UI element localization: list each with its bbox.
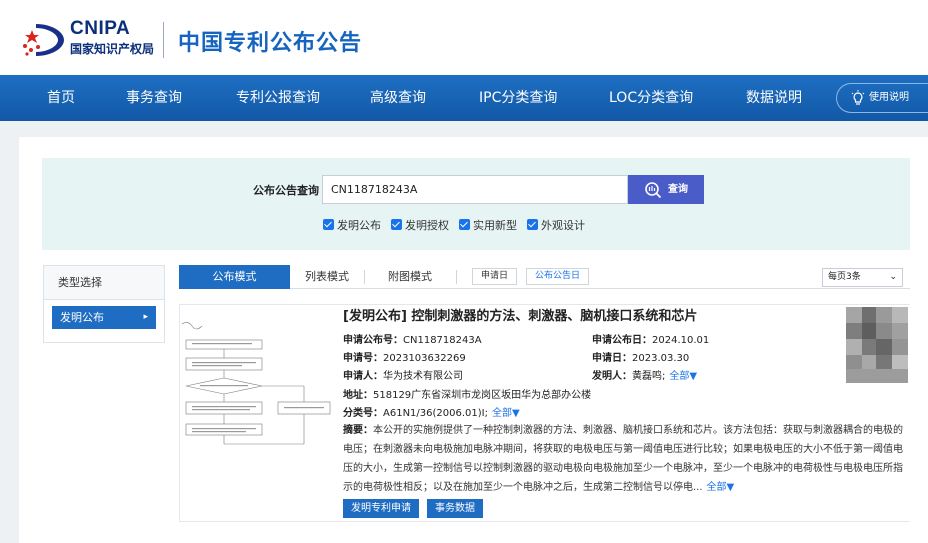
main-nav: 首页 事务查询 专利公报查询 高级查询 IPC分类查询 LOC分类查询 数据说明…: [0, 75, 928, 121]
application-date: 申请日：2023.03.30: [592, 349, 689, 364]
patent-drawing-thumbnail[interactable]: [180, 318, 337, 465]
inventor: 发明人：黄磊鸣; 全部▼: [592, 367, 697, 382]
field-label: 申请号：: [343, 353, 383, 364]
checkbox-invention-publication[interactable]: 发明公布: [323, 217, 381, 233]
checkbox-label: 发明公布: [337, 219, 381, 232]
sort-by-publication-date[interactable]: 公布公告日: [526, 268, 590, 285]
field-value: CN118718243A: [403, 335, 482, 346]
checkbox-utility-model[interactable]: 实用新型: [459, 217, 517, 233]
search-input[interactable]: [322, 175, 628, 204]
checkbox-invention-grant[interactable]: 发明授权: [391, 217, 449, 233]
chevron-right-icon: ▸: [143, 312, 148, 322]
type-select-heading: 类型选择: [43, 265, 165, 299]
field-value: A61N1/36(2006.01)I;: [383, 408, 488, 419]
field-label: 申请公布日：: [592, 335, 652, 346]
field-value: 2023103632269: [383, 353, 466, 364]
field-value: 518129广东省深圳市龙岗区坂田华为总部办公楼: [373, 390, 592, 401]
checkbox-design[interactable]: 外观设计: [527, 217, 585, 233]
abstract: 摘要：本公开的实施例提供了一种控制刺激器的方法、刺激器、脑机接口系统和芯片。该方…: [343, 421, 908, 497]
nav-data-notes[interactable]: 数据说明: [746, 75, 802, 121]
abstract-text: 本公开的实施例提供了一种控制刺激器的方法、刺激器、脑机接口系统和芯片。该方法包括…: [343, 425, 903, 493]
nav-affairs-query[interactable]: 事务查询: [126, 75, 182, 121]
field-label: 申请人：: [343, 371, 383, 382]
site-title: 中国专利公布公告: [178, 31, 363, 56]
nav-home[interactable]: 首页: [47, 75, 75, 121]
site-header: CNIPA 国家知识产权局 中国专利公布公告: [0, 0, 928, 75]
applicant: 申请人：华为技术有限公司: [343, 367, 463, 382]
type-filter-checkboxes: 发明公布 发明授权 实用新型 外观设计: [323, 217, 595, 233]
publication-date: 申请公布日：2024.10.01: [592, 331, 709, 346]
tab-list-mode[interactable]: 列表模式: [290, 265, 364, 289]
address: 地址：518129广东省深圳市龙岗区坂田华为总部办公楼: [343, 386, 591, 401]
help-button[interactable]: 使用说明: [836, 83, 928, 113]
search-button[interactable]: 查询: [628, 175, 704, 204]
field-label: 发明人：: [592, 371, 632, 382]
show-all-inventors-link[interactable]: 全部▼: [669, 371, 697, 382]
field-value: 华为技术有限公司: [383, 371, 463, 382]
lightbulb-icon: [851, 90, 865, 105]
tab-figure-mode[interactable]: 附图模式: [365, 265, 455, 289]
field-label: 地址：: [343, 390, 373, 401]
logo-text-en: CNIPA: [70, 18, 131, 39]
checkbox-checked-icon: [459, 219, 470, 230]
search-icon: [645, 182, 662, 199]
chevron-down-icon: ⌄: [889, 272, 897, 282]
nav-loc-query[interactable]: LOC分类查询: [609, 75, 693, 121]
nav-advanced-query[interactable]: 高级查询: [370, 75, 426, 121]
application-number: 申请号：2023103632269: [343, 349, 466, 364]
field-value: 2024.10.01: [652, 335, 710, 346]
search-button-label: 查询: [668, 184, 688, 195]
checkbox-checked-icon: [391, 219, 402, 230]
tab-publication-mode[interactable]: 公布模式: [179, 265, 290, 289]
field-label: 申请公布号：: [343, 335, 403, 346]
nav-ipc-query[interactable]: IPC分类查询: [479, 75, 557, 121]
nav-gazette-query[interactable]: 专利公报查询: [236, 75, 320, 121]
checkbox-checked-icon: [527, 219, 538, 230]
checkbox-label: 外观设计: [541, 219, 585, 232]
cnipa-emblem-icon: [23, 24, 64, 56]
checkbox-checked-icon: [323, 219, 334, 230]
search-panel: [42, 158, 910, 250]
logo-text-cn: 国家知识产权局: [70, 42, 155, 56]
sidebar-item-label: 发明公布: [60, 311, 104, 324]
sort-by-application-date[interactable]: 申请日: [472, 268, 518, 285]
search-label: 公布公告查询: [253, 184, 319, 197]
field-label: 分类号：: [343, 408, 383, 419]
classification: 分类号：A61N1/36(2006.01)I; 全部▼: [343, 404, 520, 419]
field-value: 2023.03.30: [632, 353, 690, 364]
abstract-label: 摘要：: [343, 425, 373, 436]
tab-separator: [456, 270, 457, 284]
affairs-data-button[interactable]: 事务数据: [427, 499, 483, 518]
field-label: 申请日：: [592, 353, 632, 364]
applicant-image-blurred: [846, 307, 908, 383]
field-value: 黄磊鸣;: [632, 371, 666, 382]
invention-application-button[interactable]: 发明专利申请: [343, 499, 419, 518]
sidebar-item-invention-publication[interactable]: 发明公布 ▸: [52, 306, 156, 329]
header-divider: [163, 22, 164, 58]
per-page-select[interactable]: 每页3条 ⌄: [822, 268, 903, 287]
publication-number: 申请公布号：CN118718243A: [343, 331, 482, 346]
cnipa-logo[interactable]: CNIPA 国家知识产权局: [22, 18, 162, 60]
help-label: 使用说明: [869, 92, 909, 103]
per-page-value: 每页3条: [828, 272, 861, 282]
show-full-abstract-link[interactable]: 全部▼: [707, 482, 735, 493]
result-title-link[interactable]: [发明公布] 控制刺激器的方法、刺激器、脑机接口系统和芯片: [343, 305, 697, 324]
checkbox-label: 发明授权: [405, 219, 449, 232]
show-all-classes-link[interactable]: 全部▼: [492, 408, 520, 419]
checkbox-label: 实用新型: [473, 219, 517, 232]
